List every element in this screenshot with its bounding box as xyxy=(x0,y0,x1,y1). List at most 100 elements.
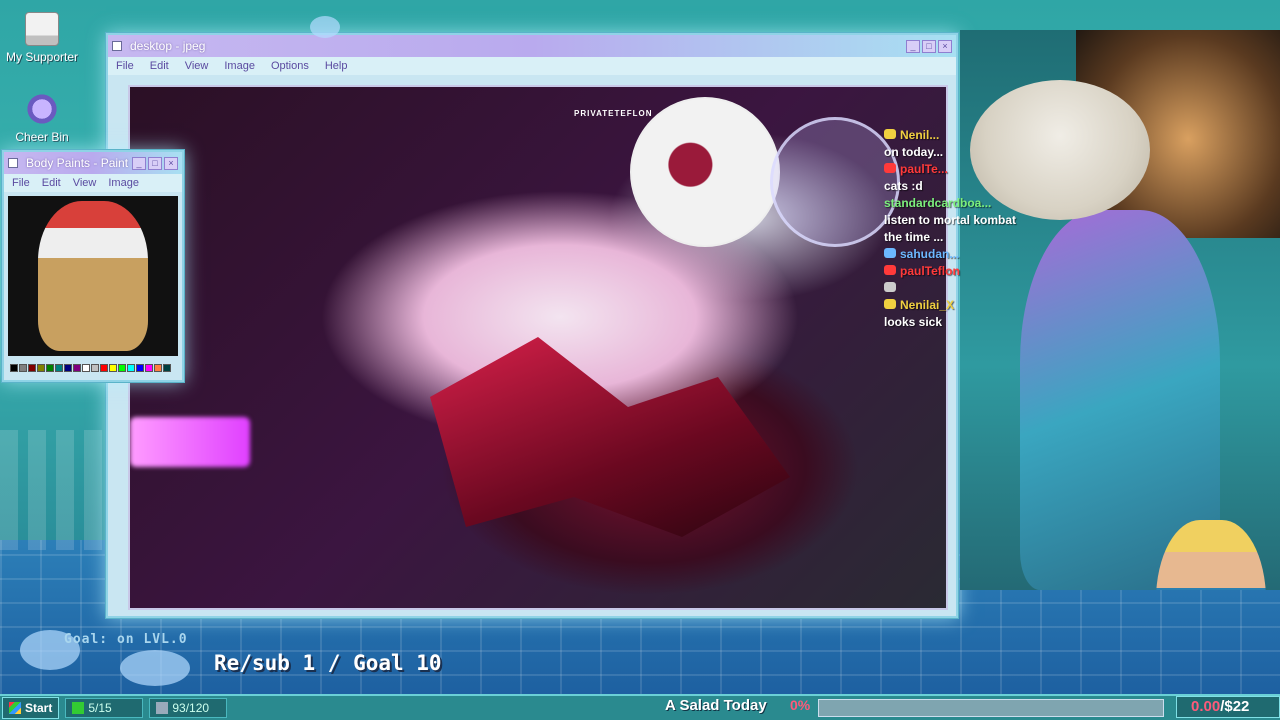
window-title: Body Paints - Paint xyxy=(26,156,129,170)
new-icon xyxy=(884,163,896,173)
balloon-dog-decoration xyxy=(310,16,340,38)
salad-goal-progress xyxy=(818,699,1164,717)
chat-message: on today... xyxy=(884,145,1034,162)
chat-username[interactable]: paulTeflon xyxy=(900,264,960,278)
computer-icon xyxy=(25,12,59,46)
windows-logo-icon xyxy=(9,702,21,714)
chat-message: standardcardboa... xyxy=(884,196,1034,213)
paint-window: Body Paints - Paint _ □ × File Edit View… xyxy=(2,150,184,382)
desktop-icon-label: My Supporter xyxy=(5,50,79,64)
chat-message: Nenilai_X xyxy=(884,298,1034,315)
green-square-icon xyxy=(72,702,85,714)
taskbar-slot-follows[interactable]: 5/15 xyxy=(65,698,144,718)
unicorn-icon xyxy=(884,282,896,292)
color-swatch[interactable] xyxy=(37,364,45,372)
color-swatch[interactable] xyxy=(64,364,72,372)
heart-icon xyxy=(884,129,896,139)
menu-bar: File Edit View Image xyxy=(4,174,182,192)
color-swatch[interactable] xyxy=(127,364,135,372)
chat-overlay: Nenil... on today... paulTe... cats :d stand… xyxy=(884,128,1034,332)
window-title: desktop - jpeg xyxy=(130,39,206,53)
chat-username[interactable]: paulTe... xyxy=(900,162,948,176)
menu-file[interactable]: File xyxy=(116,60,134,72)
chat-message: paulTe... xyxy=(884,162,1034,179)
close-button[interactable]: × xyxy=(164,156,178,170)
color-swatch[interactable] xyxy=(91,364,99,372)
chat-username[interactable]: Nenil... xyxy=(900,128,939,142)
goal-label: Re/sub 1 / Goal 10 xyxy=(214,651,442,675)
chat-message: listen to mortal kombat xyxy=(884,213,1034,230)
goal-title: Goal: on LVL.0 xyxy=(64,632,188,647)
color-swatch[interactable] xyxy=(55,364,63,372)
maximize-button[interactable]: □ xyxy=(148,156,162,170)
painted-mask xyxy=(430,337,790,537)
recycle-bin-icon xyxy=(25,92,59,126)
color-swatch[interactable] xyxy=(136,364,144,372)
close-button[interactable]: × xyxy=(938,39,952,53)
chat-username[interactable]: Nenilai_X xyxy=(900,298,954,312)
menu-file[interactable]: File xyxy=(12,177,30,189)
menu-bar: File Edit View Image Options Help xyxy=(108,57,956,75)
taskbar-slot-subs[interactable]: 93/120 xyxy=(149,698,228,718)
chat-username[interactable]: standardcardboa... xyxy=(884,196,991,210)
chat-message: sahudan... xyxy=(884,247,1034,264)
color-swatch[interactable] xyxy=(163,364,171,372)
minimize-button[interactable]: _ xyxy=(906,39,920,53)
glowing-light xyxy=(130,417,250,467)
color-swatch[interactable] xyxy=(109,364,117,372)
money-current: 0.00 xyxy=(1191,698,1221,715)
desktop-icon-label: Cheer Bin xyxy=(15,130,69,144)
color-swatch[interactable] xyxy=(82,364,90,372)
window-titlebar[interactable]: Body Paints - Paint _ □ × xyxy=(4,152,182,174)
money-goal-target: /$22 xyxy=(1220,698,1250,715)
chat-text: looks sick xyxy=(884,315,943,329)
start-button[interactable]: Start xyxy=(2,697,60,719)
chat-message xyxy=(884,281,1034,298)
chat-text: cats :d xyxy=(884,179,923,193)
menu-image[interactable]: Image xyxy=(108,177,139,189)
menu-image[interactable]: Image xyxy=(224,60,255,72)
chat-message: cats :d xyxy=(884,179,1034,196)
clown-figure xyxy=(38,201,148,351)
rainbow-icon xyxy=(884,248,896,258)
image-canvas: PRIVATETEFLON xyxy=(128,85,948,610)
color-swatch[interactable] xyxy=(154,364,162,372)
menu-edit[interactable]: Edit xyxy=(42,177,61,189)
salad-goal-percent: 0% xyxy=(790,697,811,713)
watermark-text: PRIVATETEFLON xyxy=(574,109,653,118)
maximize-button[interactable]: □ xyxy=(922,39,936,53)
money-goal: 0.00/$22 xyxy=(1176,696,1280,718)
salad-goal-label: A Salad Today xyxy=(665,697,767,714)
menu-edit[interactable]: Edit xyxy=(150,60,169,72)
color-swatch[interactable] xyxy=(46,364,54,372)
chat-username[interactable]: sahudan... xyxy=(900,247,959,261)
menu-options[interactable]: Options xyxy=(271,60,309,72)
menu-view[interactable]: View xyxy=(185,60,209,72)
balloon-dog-decoration xyxy=(120,650,190,686)
color-swatch[interactable] xyxy=(10,364,18,372)
color-swatch[interactable] xyxy=(28,364,36,372)
menu-help[interactable]: Help xyxy=(325,60,348,72)
color-swatch[interactable] xyxy=(19,364,27,372)
chat-message: looks sick xyxy=(884,315,1034,332)
window-titlebar[interactable]: desktop - jpeg _ □ × xyxy=(108,35,956,57)
paint-palette xyxy=(630,97,780,247)
menu-view[interactable]: View xyxy=(73,177,97,189)
color-swatch[interactable] xyxy=(118,364,126,372)
color-swatch[interactable] xyxy=(100,364,108,372)
chat-text: the time ... xyxy=(884,230,944,244)
city-skyline xyxy=(0,430,120,550)
window-app-icon xyxy=(8,158,18,168)
desktop-icon-my-supporter[interactable]: My Supporter xyxy=(0,12,84,64)
paint-canvas[interactable] xyxy=(8,196,178,356)
counter-icon xyxy=(156,702,169,714)
slot-value: 93/120 xyxy=(172,701,210,715)
chat-message: the time ... xyxy=(884,230,1034,247)
slot-value: 5/15 xyxy=(88,701,112,715)
minimize-button[interactable]: _ xyxy=(132,156,146,170)
image-viewer-window: desktop - jpeg _ □ × File Edit View Imag… xyxy=(106,33,958,618)
chat-text: on today... xyxy=(884,145,944,159)
desktop-icon-cheer-bin[interactable]: Cheer Bin xyxy=(0,92,84,144)
color-swatch[interactable] xyxy=(73,364,81,372)
color-swatch[interactable] xyxy=(145,364,153,372)
